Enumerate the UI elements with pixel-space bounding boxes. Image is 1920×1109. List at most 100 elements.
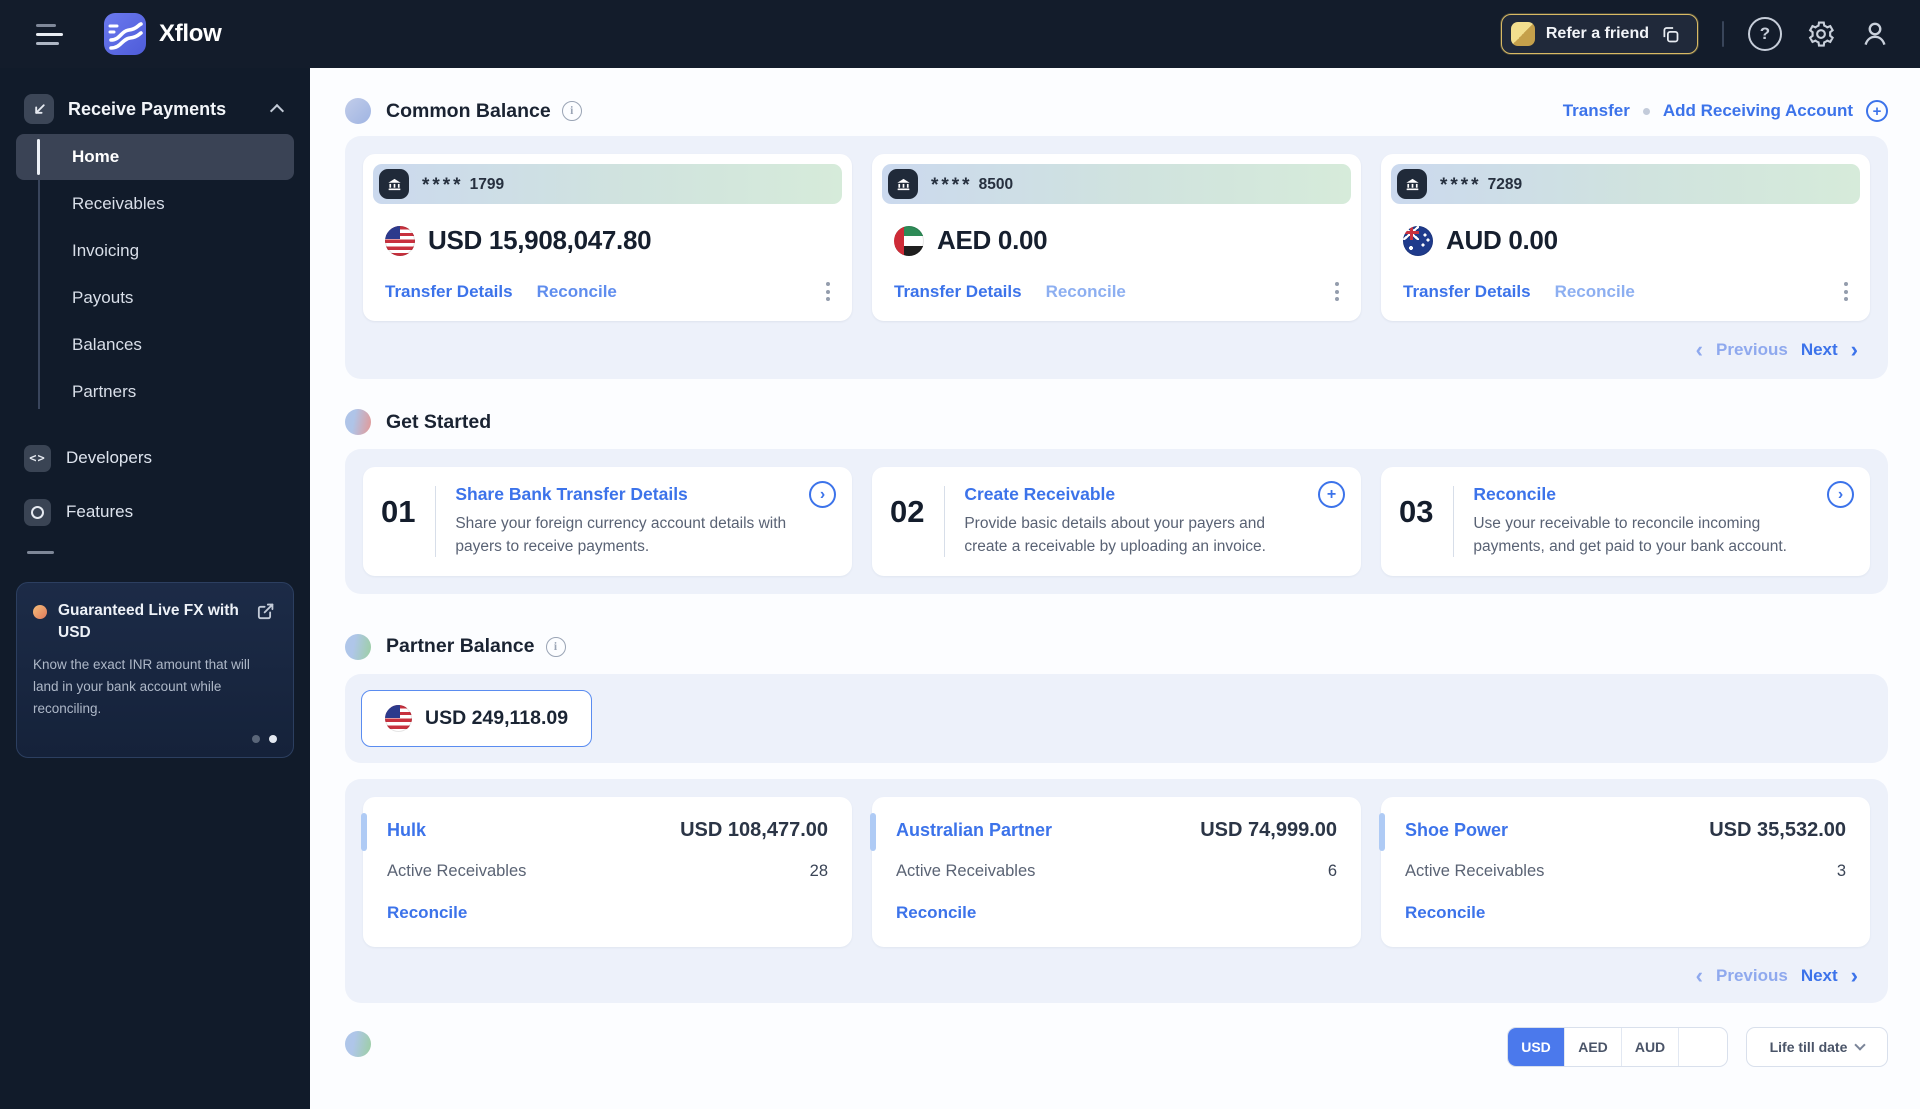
step-card-reconcile: 03 Reconcile Use your receivable to reco… [1381,467,1870,576]
info-icon[interactable]: i [561,101,582,121]
navbar-actions: Refer a friend ? [1500,14,1890,54]
top-navbar: Xflow Refer a friend ? [0,0,1920,68]
tab-usd[interactable]: USD [1508,1027,1565,1066]
card-accent-bar [1379,812,1385,851]
reconcile-link[interactable]: Reconcile [1405,903,1846,923]
previous-button[interactable]: Previous [1716,966,1788,986]
partner-name-link[interactable]: Australian Partner [896,820,1052,841]
hamburger-menu-icon[interactable] [36,23,66,45]
section-dot-icon [345,1030,371,1057]
kebab-menu-icon[interactable] [1329,278,1345,305]
balance-amount: USD 15,908,047.80 [428,225,652,255]
previous-button[interactable]: Previous [1716,340,1788,360]
xflow-logo-icon [104,13,146,55]
chevron-right-icon[interactable]: › [1851,964,1858,987]
transfer-link[interactable]: Transfer [1563,101,1630,121]
balance-card-aed: **** 8500 AED 0.00 Transfer Details Recon… [872,154,1361,321]
common-balance-pagination: ‹ Previous Next › [363,321,1870,371]
next-button[interactable]: Next [1801,340,1838,360]
balance-amount: AUD 0.00 [1446,225,1558,255]
chevron-up-icon[interactable] [269,103,285,119]
main-content: Common Balance i Transfer Add Receiving … [310,68,1920,1109]
balance-card-aud: **** 7289 AUD 0.00 Transfer Details Recon… [1381,154,1870,321]
reconcile-link[interactable]: Reconcile [537,282,617,302]
account-strip: **** 8500 [882,164,1351,204]
sidebar-item-features[interactable]: Features [0,497,310,527]
transfer-details-link[interactable]: Transfer Details [1403,282,1531,302]
settings-gear-icon[interactable] [1806,19,1836,49]
sidebar-item-label: Balances [72,335,142,354]
partner-balance-header: Partner Balance i [345,633,1888,660]
tab-aud[interactable]: AUD [1622,1027,1679,1066]
sidebar-item-label: Receivables [72,194,165,213]
reconcile-link[interactable]: Reconcile [896,903,1337,923]
sidebar-item-home[interactable]: Home [16,134,294,180]
step-number: 01 [381,494,416,529]
tab-extra[interactable] [1679,1028,1727,1066]
code-icon: <> [24,444,51,472]
chevron-left-icon[interactable]: ‹ [1696,964,1703,987]
chevron-left-icon[interactable]: ‹ [1696,339,1703,361]
info-icon[interactable]: i [545,636,566,657]
promo-dot-2[interactable] [269,734,277,743]
us-flag-icon [385,225,415,256]
card-accent-bar [870,812,876,851]
reconcile-link[interactable]: Reconcile [1555,282,1635,302]
promo-card: Guaranteed Live FX with USD Know the exa… [16,582,294,758]
promo-bullet-icon [33,605,47,619]
tab-aed[interactable]: AED [1565,1027,1622,1066]
partner-name-link[interactable]: Hulk [387,820,426,841]
profile-icon[interactable] [1860,19,1890,49]
sidebar-section-label: Receive Payments [68,98,227,119]
reconcile-link[interactable]: Reconcile [1046,282,1126,302]
section-title: Common Balance [386,99,551,122]
next-button[interactable]: Next [1801,966,1838,986]
chevron-circle-icon[interactable]: › [1827,481,1854,508]
get-started-panel: 01 Share Bank Transfer Details Share you… [345,449,1888,594]
section-dot-icon [345,98,371,124]
kebab-menu-icon[interactable] [820,278,836,305]
sidebar-item-partners[interactable]: Partners [16,369,294,415]
partner-name-link[interactable]: Shoe Power [1405,820,1508,841]
help-icon[interactable]: ? [1748,17,1782,51]
chevron-right-icon[interactable]: › [1851,339,1858,361]
question-glyph: ? [1759,24,1771,43]
date-filter-dropdown[interactable]: Life till date [1746,1026,1888,1067]
promo-dot-1[interactable] [252,734,260,743]
sidebar-section-receive-payments[interactable]: Receive Payments [0,68,310,124]
section-title: Partner Balance [386,635,535,657]
partner-card-shoe-power: Shoe Power USD 35,532.00 Active Receivab… [1379,796,1870,947]
sidebar-item-invoicing[interactable]: Invoicing [16,228,294,274]
chip-amount: USD 249,118.09 [425,706,569,729]
plus-circle-icon[interactable]: + [1866,100,1888,122]
sidebar-item-label: Invoicing [72,241,140,260]
reconcile-link[interactable]: Reconcile [387,903,828,923]
copy-icon [1663,26,1679,42]
add-receiving-account-link[interactable]: Add Receiving Account [1663,101,1853,121]
plus-circle-icon[interactable]: + [1318,481,1345,508]
sidebar-item-balances[interactable]: Balances [16,322,294,368]
sidebar-secondary-nav: <> Developers Features [0,443,310,527]
partner-amount: USD 108,477.00 [680,818,828,841]
dot-separator [1642,107,1650,115]
external-link-icon[interactable] [255,600,277,622]
currency-chip-usd[interactable]: USD 249,118.09 [361,689,593,747]
masked-account-number: **** 1799 [422,175,505,196]
step-title-link[interactable]: Reconcile [1473,484,1808,505]
transfer-details-link[interactable]: Transfer Details [385,282,513,302]
sidebar-item-payouts[interactable]: Payouts [16,275,294,321]
bank-icon [888,169,918,199]
sidebar-item-receivables[interactable]: Receivables [16,181,294,227]
refer-a-friend-button[interactable]: Refer a friend [1500,14,1698,54]
kebab-menu-icon[interactable] [1838,278,1854,305]
step-title-link[interactable]: Share Bank Transfer Details [455,484,790,505]
promo-pagination-dots [33,734,277,743]
chevron-circle-icon[interactable]: › [809,481,836,508]
currency-tabs: USD AED AUD [1507,1026,1728,1067]
card-accent-bar [361,812,367,851]
account-strip: **** 1799 [373,164,842,204]
step-title-link[interactable]: Create Receivable [964,484,1299,505]
account-strip: **** 7289 [1391,164,1860,204]
transfer-details-link[interactable]: Transfer Details [894,282,1022,302]
sidebar-item-developers[interactable]: <> Developers [0,443,310,473]
